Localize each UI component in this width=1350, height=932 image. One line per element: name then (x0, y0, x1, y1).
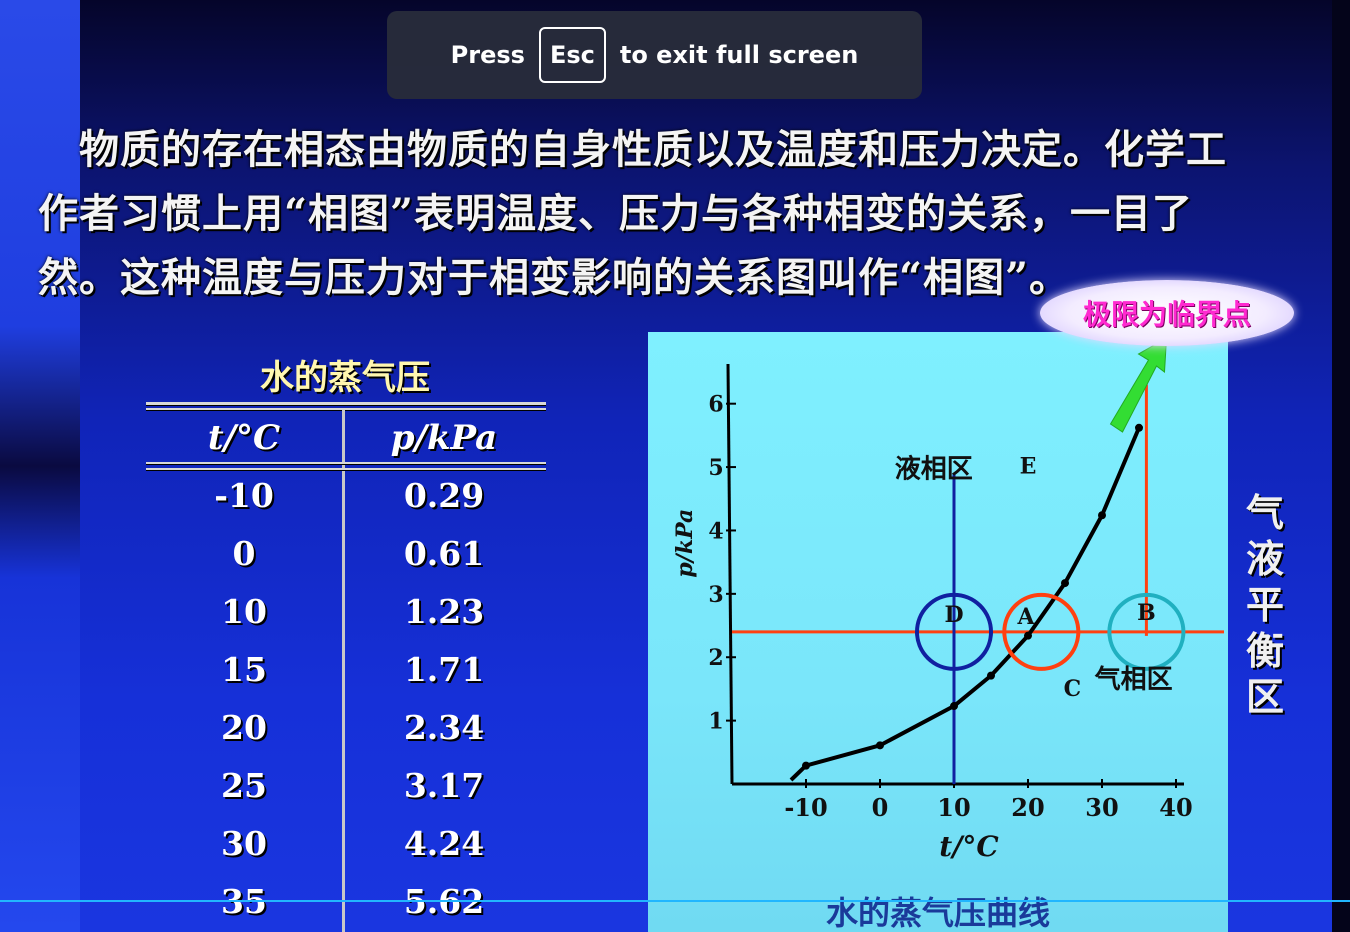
paragraph-line-1: 物质的存在相态由物质的自身性质以及温度和压力决定。化学工 (38, 126, 1227, 173)
table-cell: 15 (221, 650, 267, 689)
y-tick-label: 3 (708, 582, 723, 608)
table-title: 水的蒸气压 (260, 358, 430, 398)
data-point (1024, 631, 1032, 640)
table-cell: 10 (221, 592, 267, 631)
table-cell: 0.29 (403, 476, 485, 515)
data-point (1098, 511, 1106, 520)
fullscreen-exit-notice: Press Esc to exit full screen (387, 11, 922, 99)
data-point (876, 741, 884, 750)
side-label-char: 平 (1245, 582, 1284, 627)
table-cell: 0.61 (403, 534, 485, 573)
callout-text: 极限为临界点 (1082, 298, 1251, 331)
table-cell: 1.71 (403, 650, 485, 689)
y-tick-label: 6 (708, 392, 723, 418)
region-label-liquid: 液相区 (895, 454, 973, 484)
data-point (1135, 423, 1143, 432)
point-label-E: E (1020, 453, 1037, 479)
side-label-char: 区 (1245, 674, 1284, 719)
x-axis-label: t/°C (939, 830, 999, 863)
table-cell: 4.24 (403, 824, 485, 863)
screen-right-edge (1332, 0, 1350, 932)
table-cell: 0 (232, 534, 256, 573)
point-label-D: D (944, 602, 963, 628)
side-label-char: 衡 (1245, 628, 1284, 673)
side-label-char: 气 (1245, 490, 1284, 535)
table-header-rule (146, 462, 546, 464)
esc-key[interactable]: Esc (538, 27, 606, 83)
data-point (1061, 579, 1069, 588)
table-header-rule-2 (146, 468, 546, 470)
table-header-pressure: p/kPa (390, 418, 498, 458)
y-axis-label: p/kPa (672, 509, 698, 578)
point-label-B: B (1137, 600, 1156, 626)
data-point (802, 761, 810, 770)
table-column-divider (342, 410, 345, 932)
side-label-char: 液 (1245, 536, 1284, 581)
x-tick-label: 0 (872, 793, 889, 822)
table-cell: 1.23 (403, 592, 485, 631)
x-tick-label: 10 (937, 793, 970, 822)
press-text: Press (450, 41, 525, 69)
table-cell: -10 (214, 476, 274, 515)
x-tick-label: -10 (784, 793, 827, 822)
y-tick-label: 4 (708, 518, 723, 544)
table-cell: 30 (221, 824, 267, 863)
region-label-gas: 气相区 (1094, 664, 1173, 695)
table-top-rule (146, 402, 546, 405)
table-top-rule-2 (146, 408, 546, 410)
gas-liquid-equilibrium-label: 气 液 平 衡 区 (1245, 490, 1285, 720)
vapor-pressure-chart: -10 0 10 20 30 40123456t/°Cp/kPaA BCDE液相区气相区水的… (672, 337, 1224, 932)
y-tick-label: 1 (708, 709, 723, 735)
table-cell: 25 (221, 766, 267, 805)
y-tick-label: 5 (708, 455, 723, 481)
data-point (987, 671, 995, 680)
table-header-temp: t/°C (207, 418, 281, 458)
point-label-A: A (1016, 604, 1035, 630)
table-cell: 3.17 (403, 766, 485, 805)
point-label-C: C (1064, 676, 1082, 702)
table-cell: 2.34 (403, 708, 485, 747)
exit-fullscreen-text: to exit full screen (619, 41, 859, 69)
critical-point-arrow (1109, 337, 1168, 433)
scan-line (0, 900, 1350, 902)
y-tick-label: 2 (708, 645, 723, 671)
paragraph-line-2: 作者习惯上用“相图”表明温度、压力与各种相变的关系，一目了 (38, 190, 1194, 237)
x-tick-label: 20 (1011, 793, 1044, 822)
x-tick-label: 30 (1085, 793, 1118, 822)
x-tick-label: 40 (1159, 793, 1192, 822)
critical-point-callout: 极限为临界点 (1040, 280, 1294, 346)
chart-panel: -10 0 10 20 30 40 1 2 3 4 5 6 t/°C p/kPa A B C D E 液相区 气相区 水的… (648, 332, 1228, 932)
table-cell: 20 (221, 708, 267, 747)
data-point (950, 702, 958, 711)
slide: 物质的存在相态由物质的自身性质以及温度和压力决定。化学工 作者习惯上用“相图”表… (0, 0, 1332, 932)
